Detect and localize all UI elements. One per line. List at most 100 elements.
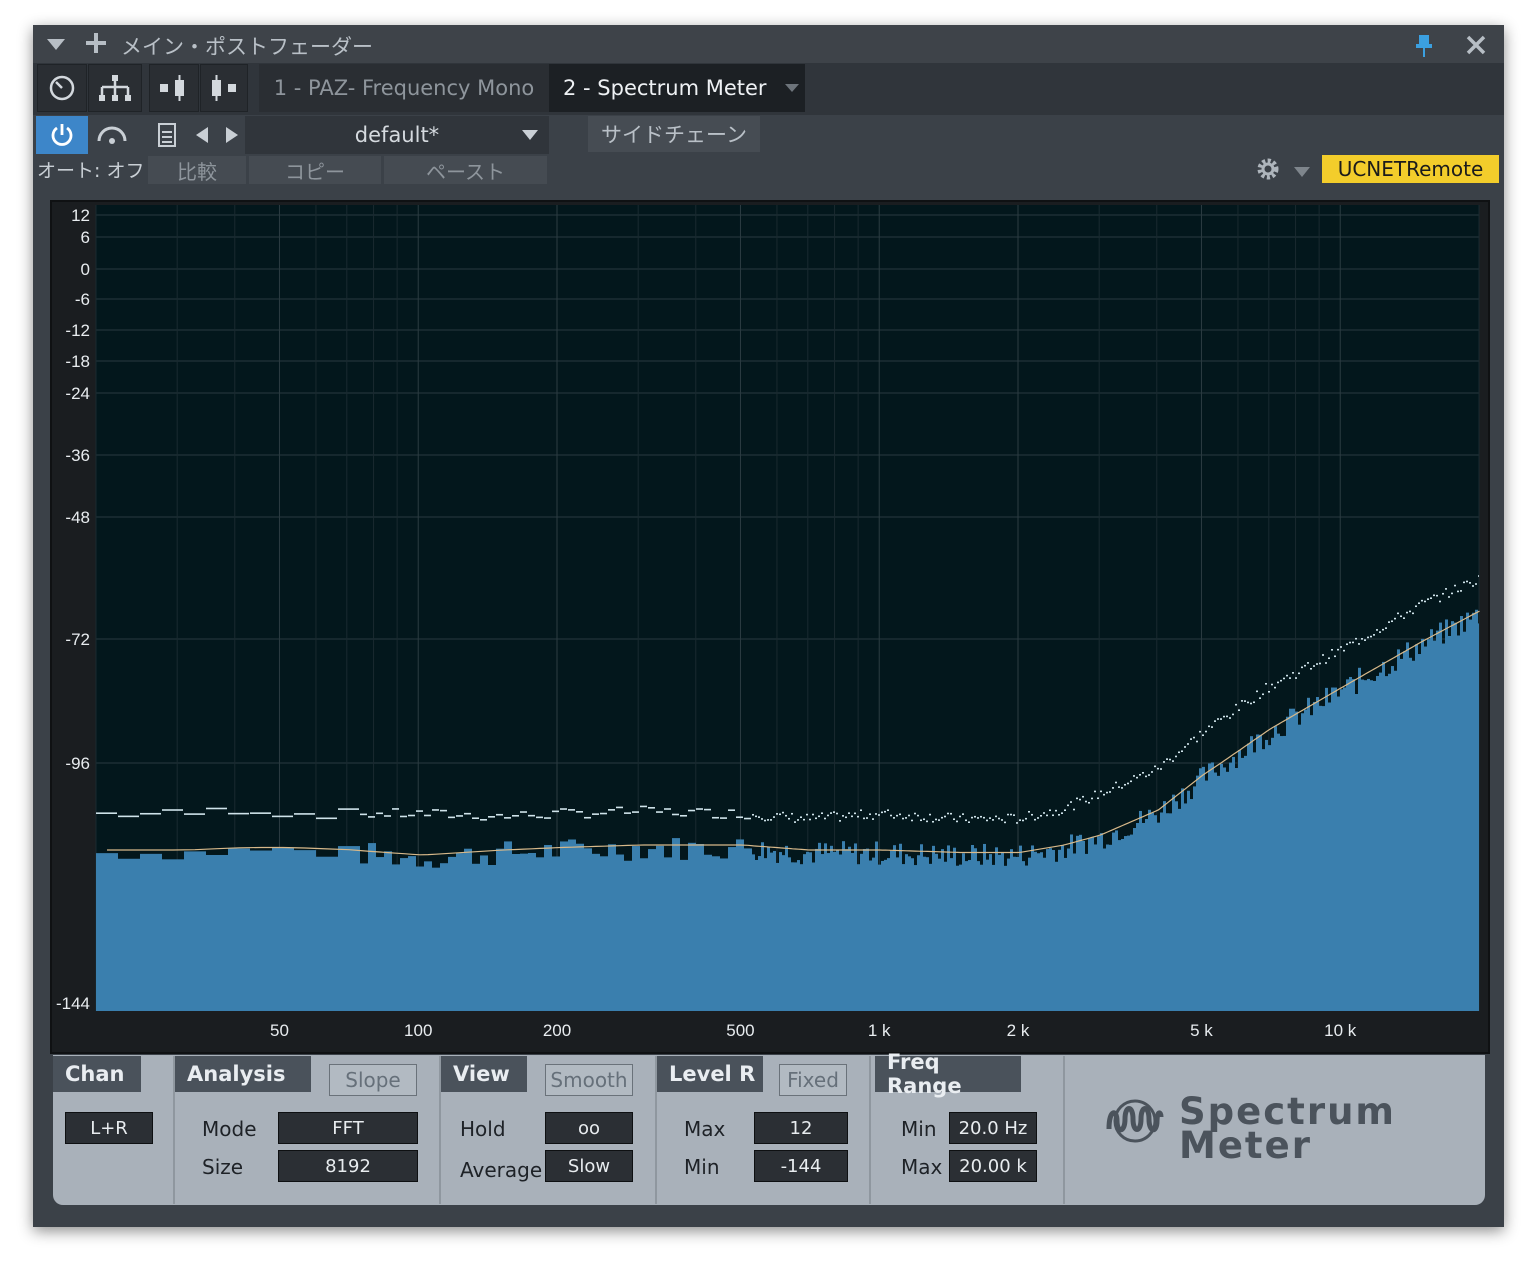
spectrum-bar bbox=[520, 853, 528, 1011]
fixed-toggle[interactable]: Fixed bbox=[779, 1064, 847, 1096]
level-max-field[interactable]: 12 bbox=[754, 1112, 848, 1144]
peak-hold-mark bbox=[1172, 760, 1174, 762]
peak-hold-mark bbox=[1055, 809, 1057, 812]
peak-hold-mark bbox=[728, 809, 735, 811]
spectrum-bar bbox=[914, 865, 917, 1011]
paste-button[interactable]: ペースト bbox=[384, 156, 547, 184]
spectrum-bar bbox=[857, 864, 860, 1011]
spectrum-bar bbox=[656, 845, 664, 1011]
peak-hold-mark bbox=[1262, 693, 1264, 696]
brand-wordmark: Spectrum Meter bbox=[1179, 1093, 1396, 1164]
spectrum-bar bbox=[1436, 630, 1439, 1011]
spectrum-bar bbox=[432, 867, 440, 1011]
spectrum-bar bbox=[806, 851, 809, 1011]
peak-hold-mark bbox=[338, 808, 359, 810]
peak-hold-mark bbox=[1139, 773, 1141, 776]
sidechain-button[interactable]: サイドチェーン bbox=[588, 116, 760, 152]
power-button[interactable] bbox=[36, 116, 88, 154]
freq-min-field[interactable]: 20.0 Hz bbox=[949, 1112, 1037, 1144]
gear-icon[interactable] bbox=[1255, 156, 1281, 186]
options-dropdown-icon[interactable] bbox=[1293, 163, 1311, 182]
x-tick-label: 10 k bbox=[1324, 1021, 1357, 1040]
chan-header: Chan bbox=[53, 1056, 141, 1092]
spectrum-bar bbox=[1361, 679, 1364, 1011]
peak-hold-mark bbox=[992, 819, 994, 821]
spectrum-bar bbox=[504, 841, 512, 1011]
pin-icon[interactable] bbox=[1414, 33, 1434, 63]
peak-hold-mark bbox=[316, 817, 337, 820]
automation-status[interactable]: オート: オフ bbox=[37, 156, 144, 183]
peak-hold-mark bbox=[1133, 775, 1135, 777]
level-min-field[interactable]: -144 bbox=[754, 1150, 848, 1182]
spectrum-bar bbox=[935, 853, 938, 1011]
spectrum-bar bbox=[884, 859, 887, 1011]
peak-hold-mark bbox=[1373, 634, 1375, 636]
tab-dropdown-icon[interactable] bbox=[783, 82, 801, 94]
spectrum-bar bbox=[992, 864, 995, 1011]
spectrum-bar bbox=[1175, 801, 1178, 1011]
tab-spectrum-meter[interactable]: 2 - Spectrum Meter bbox=[549, 64, 805, 112]
spectrum-bar bbox=[1421, 638, 1424, 1011]
peak-hold-mark bbox=[1160, 768, 1162, 770]
spectrum-bar bbox=[1367, 678, 1370, 1011]
compare-button[interactable]: 比較 bbox=[148, 156, 246, 184]
y-tick-label: -12 bbox=[65, 321, 90, 340]
hold-select[interactable]: oo bbox=[545, 1112, 633, 1144]
peak-hold-mark bbox=[875, 813, 877, 815]
spectrum-bar bbox=[1145, 818, 1148, 1011]
spectrum-bar bbox=[860, 853, 863, 1011]
peak-hold-mark bbox=[1259, 697, 1261, 699]
spectrum-bar bbox=[752, 854, 755, 1011]
mode-select[interactable]: FFT bbox=[278, 1112, 418, 1144]
slope-toggle[interactable]: Slope bbox=[329, 1064, 417, 1096]
spectrum-bar bbox=[917, 855, 920, 1011]
presonus-logo-icon bbox=[1105, 1099, 1165, 1147]
peak-hold-mark bbox=[560, 808, 567, 810]
peak-hold-mark bbox=[520, 811, 527, 813]
ucnet-remote-button[interactable]: UCNETRemote bbox=[1322, 155, 1499, 183]
spectrum-bar bbox=[1340, 689, 1343, 1011]
peak-hold-mark bbox=[584, 816, 591, 819]
preset-prev-icon[interactable] bbox=[194, 125, 210, 149]
spectrum-bar bbox=[1178, 808, 1181, 1011]
insert-left-icon[interactable] bbox=[149, 64, 199, 112]
peak-hold-mark bbox=[962, 813, 964, 815]
preset-file-icon[interactable] bbox=[157, 122, 177, 152]
peak-hold-mark bbox=[1148, 774, 1150, 776]
spectrum-bar bbox=[923, 856, 926, 1011]
preset-next-icon[interactable] bbox=[224, 125, 240, 149]
spectrum-bar bbox=[887, 858, 890, 1011]
spectrum-bar bbox=[839, 854, 842, 1011]
spectrum-bar bbox=[776, 862, 779, 1011]
preset-select[interactable]: default* bbox=[245, 116, 549, 154]
peak-hold-mark bbox=[968, 821, 970, 824]
spectrum-bar bbox=[416, 866, 424, 1011]
spectrum-bar bbox=[1064, 857, 1067, 1011]
peak-hold-mark bbox=[1403, 617, 1405, 619]
routing-icon[interactable] bbox=[88, 64, 142, 112]
peak-hold-mark bbox=[1448, 596, 1450, 598]
spectrum-bar bbox=[1409, 657, 1412, 1011]
spectrum-bar bbox=[848, 846, 851, 1011]
clock-icon[interactable] bbox=[37, 64, 87, 112]
spectrum-bar bbox=[1277, 733, 1280, 1011]
tab-paz-frequency[interactable]: 1 - PAZ- Frequency Mono bbox=[259, 64, 549, 112]
y-tick-label: -96 bbox=[65, 754, 90, 773]
insert-right-icon[interactable] bbox=[200, 64, 248, 112]
freq-max-field[interactable]: 20.00 k bbox=[949, 1150, 1037, 1182]
size-select[interactable]: 8192 bbox=[278, 1150, 418, 1182]
peak-hold-mark bbox=[830, 812, 832, 814]
channel-select[interactable]: L+R bbox=[65, 1112, 153, 1144]
bypass-icon[interactable] bbox=[95, 121, 129, 153]
spectrum-bar bbox=[1130, 834, 1133, 1011]
close-icon[interactable] bbox=[1465, 34, 1487, 60]
spectrum-bar bbox=[902, 864, 905, 1011]
copy-button[interactable]: コピー bbox=[249, 156, 381, 184]
smooth-toggle[interactable]: Smooth bbox=[545, 1064, 633, 1096]
add-icon[interactable] bbox=[85, 32, 107, 59]
average-select[interactable]: Slow bbox=[545, 1150, 633, 1182]
peak-hold-mark bbox=[1295, 677, 1297, 679]
collapse-arrow-icon[interactable] bbox=[45, 34, 67, 59]
spectrum-bar bbox=[1085, 853, 1088, 1011]
spectrum-bar bbox=[1214, 772, 1217, 1011]
